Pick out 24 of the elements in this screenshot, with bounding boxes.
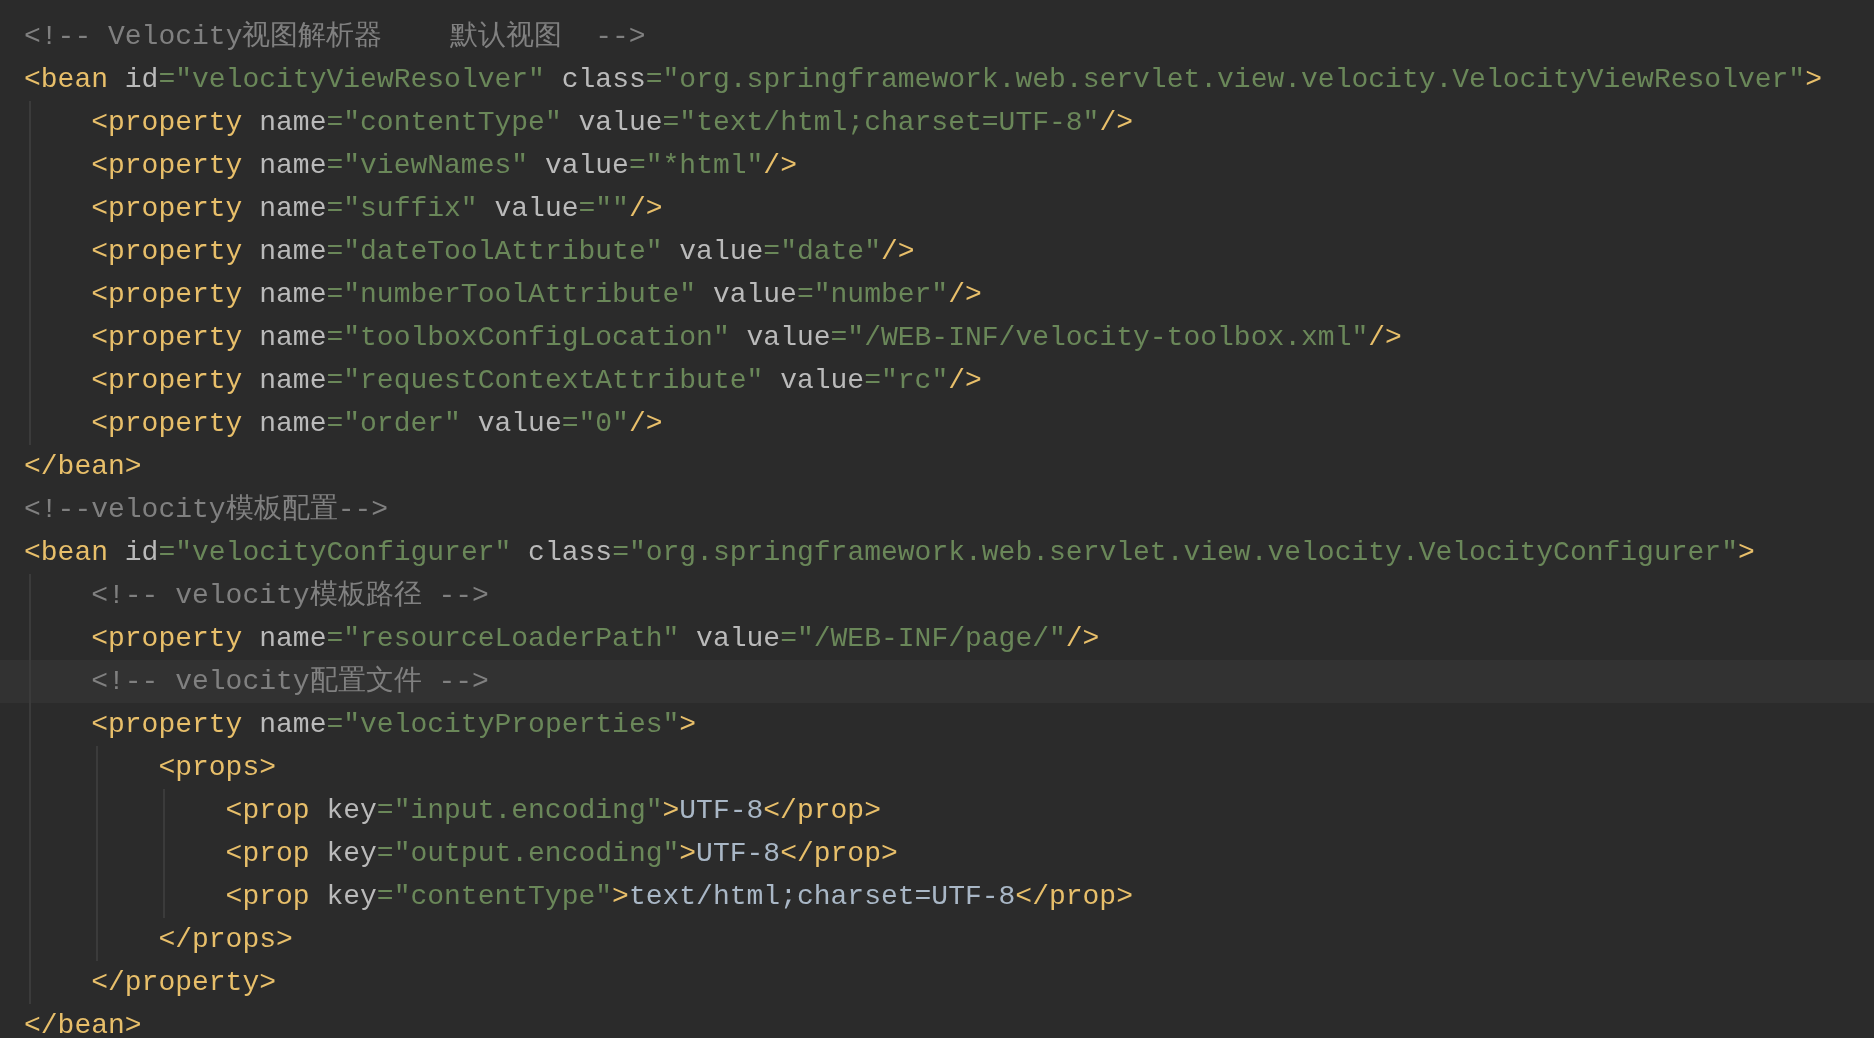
- code-line: <props>: [158, 751, 277, 785]
- code-line: <property name="suffix" value=""/>: [91, 192, 663, 226]
- code-line: <property name="resourceLoaderPath" value="/WEB-INF/page/"/>: [91, 622, 1100, 656]
- code-line: <!--velocity模板配置-->: [24, 493, 389, 527]
- code-line: <!-- Velocity视图解析器 默认视图 -->: [24, 20, 646, 54]
- code-line: <property name="order" value="0"/>: [91, 407, 663, 441]
- code-line: <prop key="output.encoding">UTF-8</prop>: [225, 837, 898, 871]
- code-line: <prop key="input.encoding">UTF-8</prop>: [225, 794, 881, 828]
- code-line: <bean id="velocityViewResolver" class="org.springframework.web.servlet.view.velocity.VelocityViewResolver">: [24, 63, 1822, 97]
- code-line: <property name="contentType" value="text/html;charset=UTF-8"/>: [91, 106, 1133, 140]
- code-line: <property name="toolboxConfigLocation" value="/WEB-INF/velocity-toolbox.xml"/>: [91, 321, 1402, 355]
- code-line: </props>: [158, 923, 293, 957]
- code-line: <bean id="velocityConfigurer" class="org.springframework.web.servlet.view.velocity.VelocityConfigurer">: [24, 536, 1755, 570]
- code-line: </bean>: [24, 1009, 142, 1038]
- code-line: </property>: [91, 966, 277, 1000]
- code-line: <property name="numberToolAttribute" value="number"/>: [91, 278, 982, 312]
- code-line: <property name="viewNames" value="*html"/>: [91, 149, 797, 183]
- code-line: <property name="dateToolAttribute" value="date"/>: [91, 235, 915, 269]
- code-line: <prop key="contentType">text/html;charset=UTF-8</prop>: [225, 880, 1133, 914]
- code-line: <property name="velocityProperties">: [91, 708, 697, 742]
- code-line: <!-- velocity配置文件 -->: [91, 664, 489, 699]
- code-line: <!-- velocity模板路径 -->: [91, 579, 489, 613]
- code-line: </bean>: [24, 450, 142, 484]
- code-line: <property name="requestContextAttribute" value="rc"/>: [91, 364, 982, 398]
